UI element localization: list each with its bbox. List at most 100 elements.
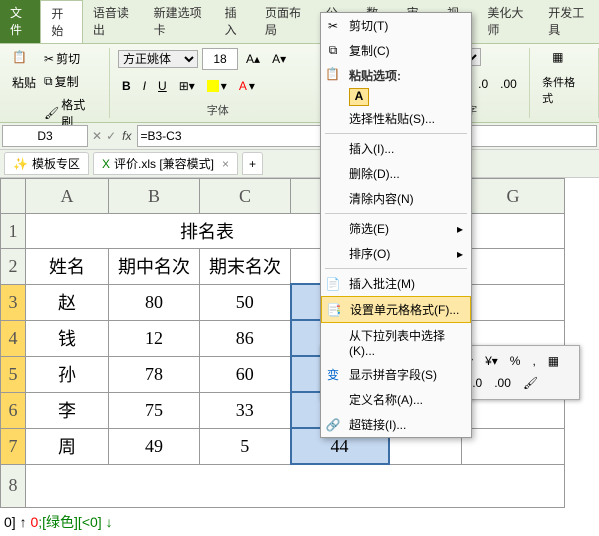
ctx-clear[interactable]: 清除内容(N) (321, 186, 471, 211)
decrease-font-button[interactable]: A▾ (268, 50, 290, 68)
tab-insert[interactable]: 插入 (215, 0, 255, 43)
col-C[interactable]: C (200, 179, 291, 214)
ctx-hyperlink[interactable]: 🔗超链接(I)... (321, 412, 471, 437)
name-box[interactable] (2, 125, 88, 147)
cut-button[interactable]: ✂剪切 (40, 48, 101, 69)
table-cell[interactable]: 49 (109, 428, 200, 464)
row-1[interactable]: 1 (1, 214, 26, 249)
font-group-label: 字体 (118, 102, 318, 118)
row-5[interactable]: 5 (1, 356, 26, 392)
hdr-mid[interactable]: 期中名次 (109, 249, 200, 285)
tab-dev[interactable]: 开发工具 (538, 0, 599, 43)
col-G[interactable]: G (462, 179, 565, 214)
mini-brush[interactable]: 🖌 (519, 374, 542, 392)
sparkle-icon: ✨ (13, 157, 28, 171)
doctab-file[interactable]: X评价.xls [兼容模式]× (93, 152, 238, 175)
tab-beauty[interactable]: 美化大师 (477, 0, 538, 43)
fx-icon[interactable]: fx (122, 129, 131, 143)
underline-button[interactable]: U (154, 77, 171, 95)
ctx-cut[interactable]: ✂剪切(T) (321, 13, 471, 38)
border-button[interactable]: ⊞▾ (175, 77, 199, 95)
ctx-format-cells[interactable]: 📑设置单元格格式(F)... (321, 296, 471, 323)
table-cell[interactable]: 周 (26, 428, 109, 464)
table-cell[interactable]: 孙 (26, 356, 109, 392)
format-icon: 📑 (326, 302, 342, 318)
col-A[interactable]: A (26, 179, 109, 214)
hdr-name[interactable]: 姓名 (26, 249, 109, 285)
table-cell[interactable]: 12 (109, 320, 200, 356)
ctx-delete[interactable]: 删除(D)... (321, 161, 471, 186)
ctx-pinyin[interactable]: 变显示拼音字段(S) (321, 362, 471, 387)
ctx-insert[interactable]: 插入(I)... (321, 136, 471, 161)
context-menu: ✂剪切(T) ⧉复制(C) 📋粘贴选项: A 选择性粘贴(S)... 插入(I)… (320, 12, 472, 438)
fill-color-button[interactable]: ▾ (203, 77, 231, 95)
comment-icon: 📄 (325, 276, 341, 292)
status-text: 0] ↑ 0;[绿色][<0] ↓ (0, 508, 599, 536)
col-B[interactable]: B (109, 179, 200, 214)
ctx-copy[interactable]: ⧉复制(C) (321, 38, 471, 63)
ctx-paste-options-label: 📋粘贴选项: (321, 63, 471, 88)
tab-file[interactable]: 文件 (0, 0, 40, 43)
table-cell[interactable]: 50 (200, 284, 291, 320)
table-cell[interactable]: 赵 (26, 284, 109, 320)
ctx-sort[interactable]: 排序(O)▸ (321, 241, 471, 266)
mini-condfmt[interactable]: ▦ (544, 352, 563, 370)
mini-dec-dec[interactable]: .00 (490, 374, 515, 392)
cancel-icon[interactable]: ✕ (92, 129, 102, 143)
link-icon: 🔗 (325, 417, 341, 433)
ctx-paste-special[interactable]: 选择性粘贴(S)... (321, 106, 471, 131)
paste-icon: 📋 (325, 67, 340, 81)
paste-icon: 📋 (12, 50, 36, 74)
mini-percent[interactable]: % (506, 352, 525, 370)
font-select[interactable]: 方正姚体 (118, 50, 198, 68)
increase-decimal-button[interactable]: .0 (474, 75, 492, 93)
decrease-decimal-button[interactable]: .00 (496, 75, 521, 93)
excel-icon: X (102, 157, 110, 171)
tab-voice[interactable]: 语音读出 (83, 0, 144, 43)
ctx-filter[interactable]: 筛选(E)▸ (321, 216, 471, 241)
paste-button[interactable]: 📋 粘贴 (8, 48, 40, 132)
scissors-icon: ✂ (44, 52, 54, 66)
ctx-dropdown[interactable]: 从下拉列表中选择(K)... (321, 323, 471, 362)
tab-layout[interactable]: 页面布局 (255, 0, 316, 43)
table-cell[interactable]: 78 (109, 356, 200, 392)
row-8[interactable]: 8 (1, 464, 26, 508)
table-cell[interactable]: 80 (109, 284, 200, 320)
table-cell[interactable]: 李 (26, 392, 109, 428)
close-icon[interactable]: × (222, 157, 229, 171)
doctab-add[interactable]: + (242, 152, 263, 175)
bold-button[interactable]: B (118, 77, 135, 95)
scissors-icon: ✂ (325, 18, 341, 34)
row-4[interactable]: 4 (1, 320, 26, 356)
table-cell[interactable]: 60 (200, 356, 291, 392)
ctx-define-name[interactable]: 定义名称(A)... (321, 387, 471, 412)
doctab-template[interactable]: ✨模板专区 (4, 152, 89, 175)
table-cell[interactable]: 75 (109, 392, 200, 428)
table-cell[interactable]: 5 (200, 428, 291, 464)
copy-button[interactable]: ⧉复制 (40, 71, 101, 92)
copy-icon: ⧉ (44, 74, 53, 89)
paste-option-values[interactable]: A (349, 88, 369, 106)
tab-newtab[interactable]: 新建选项卡 (144, 0, 215, 43)
table-cell[interactable]: 33 (200, 392, 291, 428)
italic-button[interactable]: I (139, 77, 150, 95)
row-6[interactable]: 6 (1, 392, 26, 428)
table-cell[interactable]: 86 (200, 320, 291, 356)
hdr-final[interactable]: 期末名次 (200, 249, 291, 285)
accept-icon[interactable]: ✓ (106, 129, 116, 143)
brush-icon: 🖌 (44, 106, 59, 120)
row-3[interactable]: 3 (1, 284, 26, 320)
font-color-button[interactable]: A▾ (235, 77, 259, 95)
tab-start[interactable]: 开始 (40, 0, 82, 43)
condfmt-icon: ▦ (552, 50, 576, 74)
pinyin-icon: 变 (325, 367, 341, 383)
mini-comma[interactable]: , (528, 352, 539, 370)
font-size-input[interactable] (202, 48, 238, 70)
mini-currency[interactable]: ¥▾ (481, 352, 502, 370)
conditional-format-button[interactable]: ▦ 条件格式 (538, 48, 590, 108)
increase-font-button[interactable]: A▴ (242, 50, 264, 68)
row-2[interactable]: 2 (1, 249, 26, 285)
row-7[interactable]: 7 (1, 428, 26, 464)
ctx-comment[interactable]: 📄插入批注(M) (321, 271, 471, 296)
table-cell[interactable]: 钱 (26, 320, 109, 356)
